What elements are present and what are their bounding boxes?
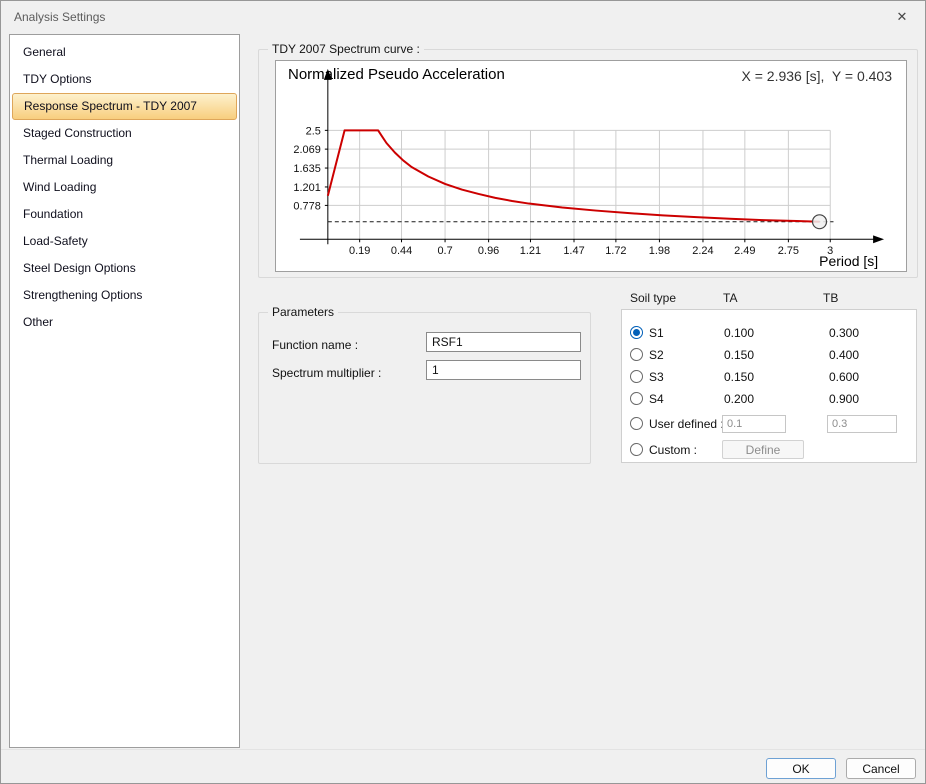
spectrum-multiplier-label: Spectrum multiplier : xyxy=(272,366,381,380)
sidebar-item-steel-design-options[interactable]: Steel Design Options xyxy=(10,255,239,282)
x-tick-label: 2.24 xyxy=(692,245,713,257)
spectrum-chart-area[interactable]: 0.19 0.44 0.7 0.96 1.21 1.47 1.72 1.98 2.24 2.49 2… xyxy=(275,60,907,272)
radio-s1[interactable] xyxy=(630,326,643,339)
soil-row-s3[interactable]: S3 0.150 0.600 xyxy=(630,367,910,386)
x-tick-label: 1.21 xyxy=(520,245,541,257)
define-button[interactable]: Define xyxy=(722,440,804,459)
spectrum-groupbox: TDY 2007 Spectrum curve : 0.190.440.70.9… xyxy=(258,49,918,278)
sidebar-item-load-safety[interactable]: Load-Safety xyxy=(10,228,239,255)
footer-divider xyxy=(1,749,925,750)
soil-s3-ta-value: 0.150 xyxy=(724,370,754,384)
soil-row-s1[interactable]: S1 0.100 0.300 xyxy=(630,323,910,342)
radio-s2[interactable] xyxy=(630,348,643,361)
settings-category-list: General TDY Options Response Spectrum - … xyxy=(9,34,240,748)
soil-s1-label: S1 xyxy=(649,326,664,340)
y-tick-label: 1.201 xyxy=(293,182,320,194)
soil-row-s4[interactable]: S4 0.200 0.900 xyxy=(630,389,910,408)
user-defined-tb-input[interactable] xyxy=(827,415,897,433)
parameters-groupbox-label: Parameters xyxy=(268,305,338,319)
cancel-button[interactable]: Cancel xyxy=(846,758,916,779)
x-tick-label: 1.72 xyxy=(605,245,626,257)
tb-column-header: TB xyxy=(823,291,838,305)
soil-row-s2[interactable]: S2 0.150 0.400 xyxy=(630,345,910,364)
sidebar-item-general[interactable]: General xyxy=(10,39,239,66)
user-defined-label: User defined : xyxy=(649,417,724,431)
x-tick-label: 2.49 xyxy=(734,245,755,257)
spectrum-groupbox-label: TDY 2007 Spectrum curve : xyxy=(268,42,424,56)
analysis-settings-dialog: Analysis Settings ✕ General TDY Options … xyxy=(0,0,926,784)
soil-s4-tb-value: 0.900 xyxy=(829,392,859,406)
titlebar[interactable]: Analysis Settings ✕ xyxy=(1,1,925,33)
chart-title: Normalized Pseudo Acceleration xyxy=(288,66,505,83)
parameters-groupbox: Parameters Function name : Spectrum mult… xyxy=(258,312,591,464)
sidebar-item-wind-loading[interactable]: Wind Loading xyxy=(10,174,239,201)
x-axis-label: Period [s] xyxy=(819,253,878,269)
window-title: Analysis Settings xyxy=(14,10,105,24)
y-tick-label: 2.069 xyxy=(293,144,320,156)
y-tick-label: 2.5 xyxy=(306,125,321,137)
radio-s3[interactable] xyxy=(630,370,643,383)
soil-s3-tb-value: 0.600 xyxy=(829,370,859,384)
custom-label: Custom : xyxy=(649,443,697,457)
sidebar-item-other[interactable]: Other xyxy=(10,309,239,336)
x-tick-label: 0.96 xyxy=(478,245,499,257)
soil-type-column-header: Soil type xyxy=(630,291,676,305)
sidebar-item-staged-construction[interactable]: Staged Construction xyxy=(10,120,239,147)
sidebar-item-foundation[interactable]: Foundation xyxy=(10,201,239,228)
x-tick-label: 0.19 xyxy=(349,245,370,257)
x-tick-label: 0.7 xyxy=(437,245,452,257)
function-name-input[interactable] xyxy=(426,332,581,352)
user-defined-ta-input[interactable] xyxy=(722,415,786,433)
spectrum-multiplier-input[interactable] xyxy=(426,360,581,380)
x-tick-label: 1.98 xyxy=(649,245,670,257)
soil-row-custom[interactable]: Custom : Define xyxy=(630,440,910,459)
sidebar-item-strengthening-options[interactable]: Strengthening Options xyxy=(10,282,239,309)
soil-s1-ta-value: 0.100 xyxy=(724,326,754,340)
sidebar-item-thermal-loading[interactable]: Thermal Loading xyxy=(10,147,239,174)
soil-s4-ta-value: 0.200 xyxy=(724,392,754,406)
ok-button[interactable]: OK xyxy=(766,758,836,779)
soil-row-user-defined[interactable]: User defined : xyxy=(630,414,910,433)
soil-s2-tb-value: 0.400 xyxy=(829,348,859,362)
cursor-coordinates-readout: X = 2.936 [s], Y = 0.403 xyxy=(742,68,893,84)
soil-s1-tb-value: 0.300 xyxy=(829,326,859,340)
sidebar-item-response-spectrum-tdy-2007[interactable]: Response Spectrum - TDY 2007 xyxy=(12,93,237,120)
y-tick-label: 0.778 xyxy=(293,200,320,212)
soil-s3-label: S3 xyxy=(649,370,664,384)
soil-type-panel: S1 0.100 0.300 S2 0.150 0.400 S3 0.150 0… xyxy=(621,309,917,463)
y-tick-label: 1.635 xyxy=(293,163,320,175)
close-icon[interactable]: ✕ xyxy=(879,1,925,32)
x-tick-label: 0.44 xyxy=(391,245,412,257)
x-axis-arrow-icon xyxy=(873,235,884,243)
spectrum-chart-svg[interactable]: 0.19 0.44 0.7 0.96 1.21 1.47 1.72 1.98 2.24 2.49 2… xyxy=(276,61,906,271)
ta-column-header: TA xyxy=(723,291,737,305)
soil-s2-label: S2 xyxy=(649,348,664,362)
soil-s2-ta-value: 0.150 xyxy=(724,348,754,362)
soil-type-table-header: Soil type TA TB xyxy=(621,291,917,306)
sidebar-item-tdy-options[interactable]: TDY Options xyxy=(10,66,239,93)
soil-s4-label: S4 xyxy=(649,392,664,406)
function-name-label: Function name : xyxy=(272,338,358,352)
cursor-marker xyxy=(813,215,827,229)
radio-custom[interactable] xyxy=(630,443,643,456)
x-tick-label: 1.47 xyxy=(563,245,584,257)
x-tick-label: 2.75 xyxy=(778,245,799,257)
radio-s4[interactable] xyxy=(630,392,643,405)
radio-user-defined[interactable] xyxy=(630,417,643,430)
